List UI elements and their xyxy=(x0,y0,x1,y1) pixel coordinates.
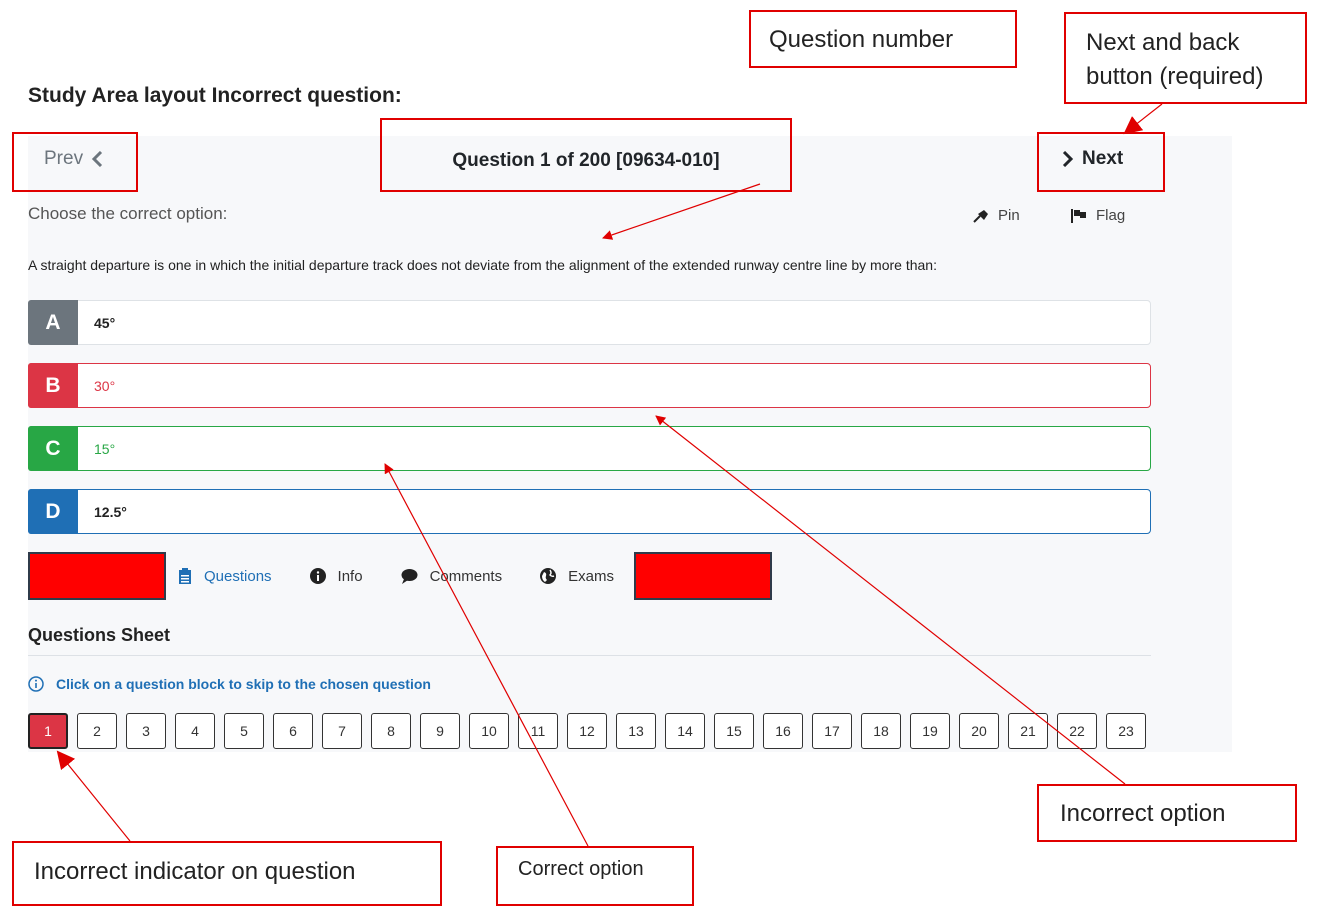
arrow-incorrect-indicator xyxy=(56,750,131,842)
arrow-correct-option xyxy=(384,463,589,847)
arrow-next-back xyxy=(1123,103,1163,135)
arrow-incorrect-option xyxy=(655,415,1126,785)
arrow-question-number xyxy=(602,183,761,240)
annotation-arrows xyxy=(56,103,1163,847)
